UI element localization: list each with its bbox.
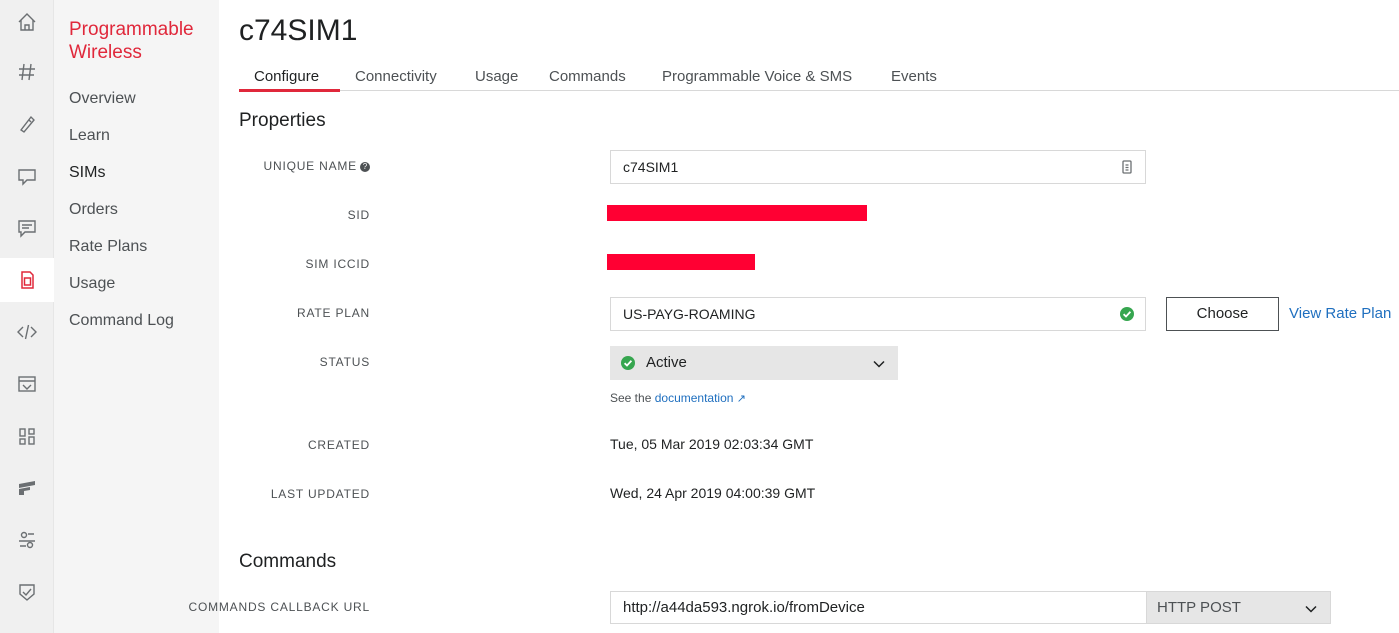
status-select[interactable]: Active [610,346,898,380]
check-circle-icon [1120,307,1134,321]
sid-redaction [607,205,867,221]
home-icon[interactable] [0,0,54,44]
unique-name-label: UNIQUE NAME? [264,159,370,173]
created-label: CREATED [307,438,370,452]
nav-item-usage[interactable]: Usage [69,275,115,293]
main-content: c74SIM1 Configure Connectivity Usage Com… [188,0,1399,633]
status-label: STATUS [319,355,370,369]
iccid-redaction [607,254,755,270]
verify-icon[interactable] [0,570,54,614]
tab-programmable-voice-sms[interactable]: Programmable Voice & SMS [662,68,852,85]
nav-item-sims[interactable]: SIMs [69,164,105,182]
sync-icon[interactable] [0,518,54,562]
tab-configure[interactable]: Configure [254,68,319,85]
active-tab-indicator [239,89,340,92]
tab-commands[interactable]: Commands [549,68,626,85]
nav-item-command-log[interactable]: Command Log [69,312,174,330]
chevron-down-icon [1305,605,1317,613]
hash-icon[interactable] [0,50,54,94]
hint-prefix: See the [610,391,652,405]
commands-callback-url-field[interactable]: http://a44da593.ngrok.io/fromDevice [610,591,1146,624]
studio-icon[interactable] [0,362,54,406]
messages-icon[interactable] [0,206,54,250]
tab-events[interactable]: Events [891,68,937,85]
iccid-label: SIM ICCID [305,257,370,271]
nav-item-rate-plans[interactable]: Rate Plans [69,238,147,256]
unique-name-label-text: UNIQUE NAME [263,159,357,173]
tab-connectivity[interactable]: Connectivity [355,68,437,85]
view-rate-plan-link[interactable]: View Rate Plan [1289,305,1391,322]
documentation-hint: See the documentation ↗ [610,391,746,405]
sid-label: SID [347,208,370,222]
nav-item-overview[interactable]: Overview [69,90,136,108]
http-method-select[interactable]: HTTP POST [1146,591,1331,624]
external-link-icon[interactable]: ↗ [737,393,746,405]
created-value: Tue, 05 Mar 2019 02:03:34 GMT [610,436,814,452]
chat-bubble-icon[interactable] [0,154,54,198]
last-updated-label: LAST UPDATED [270,487,370,501]
rate-plan-label: RATE PLAN [297,306,370,320]
documentation-link[interactable]: documentation [655,391,734,405]
unique-name-value: c74SIM1 [623,159,679,175]
properties-heading: Properties [239,110,326,131]
page-title: c74SIM1 [239,14,358,47]
choose-button[interactable]: Choose [1166,297,1279,331]
nav-item-orders[interactable]: Orders [69,201,118,219]
rate-plan-field[interactable]: US-PAYG-ROAMING [610,297,1146,331]
sim-card-icon[interactable] [0,258,54,302]
commands-heading: Commands [239,551,337,572]
phone-icon[interactable] [0,102,54,146]
product-nav: Programmable Wireless Overview Learn SIM… [54,0,219,633]
chevron-down-icon [873,360,885,368]
help-icon[interactable]: ? [360,162,370,172]
tab-bar: Configure Connectivity Usage Commands Pr… [239,66,1399,92]
status-value: Active [646,354,687,371]
apps-icon[interactable] [0,414,54,458]
product-rail [0,0,54,633]
nav-item-learn[interactable]: Learn [69,127,110,145]
flex-icon[interactable] [0,466,54,510]
product-title[interactable]: Programmable Wireless [69,18,219,64]
unique-name-field[interactable]: c74SIM1 [610,150,1146,184]
clipboard-icon[interactable] [1119,159,1135,175]
rate-plan-value: US-PAYG-ROAMING [623,306,756,322]
last-updated-value: Wed, 24 Apr 2019 04:00:39 GMT [610,485,816,501]
tab-usage[interactable]: Usage [475,68,518,85]
code-icon[interactable] [0,310,54,354]
http-method-value: HTTP POST [1157,599,1241,616]
check-circle-icon [621,356,635,370]
commands-callback-label: COMMANDS CALLBACK URL [188,600,370,614]
